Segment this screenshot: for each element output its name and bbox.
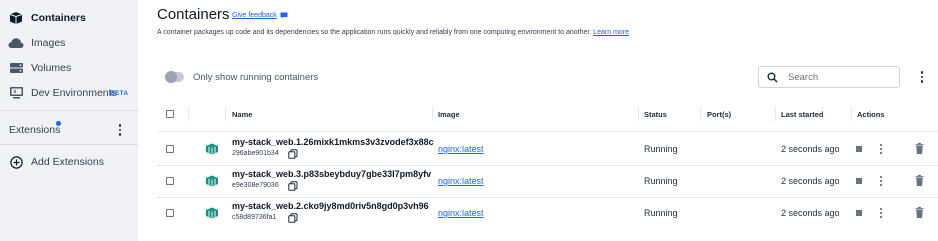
column-divider [188,107,189,121]
column-header-ports[interactable]: Port(s) [707,110,731,119]
column-divider [432,107,433,121]
sidebar-item-dev-environments[interactable]: Dev Environments BETA [0,81,138,105]
image-link[interactable]: nginx:latest [438,208,484,218]
row-checkbox[interactable] [166,209,174,217]
beta-badge: BETA [110,90,129,97]
column-header-last-started[interactable]: Last started [781,110,824,119]
container-icon [206,175,218,187]
volumes-icon [8,60,24,76]
container-icon [206,143,218,155]
toggle-knob [165,71,177,83]
row-checkbox[interactable] [166,177,174,185]
sidebar-item-label: Volumes [31,62,72,74]
image-link[interactable]: nginx:latest [438,144,484,154]
extensions-menu-button[interactable] [114,123,126,137]
column-header-name[interactable]: Name [232,110,252,119]
extensions-heading: Extensions [9,124,61,136]
column-header-actions: Actions [857,110,885,119]
sidebar-item-containers[interactable]: Containers [0,6,138,30]
row-more-options-icon[interactable] [877,206,885,220]
column-divider [638,107,639,121]
sidebar-item-images[interactable]: Images [0,31,138,55]
trash-icon[interactable] [915,143,924,154]
container-name[interactable]: my-stack_web.2.cko9jy8md0riv5n8gd0p3vh96 [232,201,429,211]
copy-icon[interactable] [288,213,298,223]
select-all-checkbox[interactable] [166,110,174,118]
container-id: c58d89736fa1 [232,214,277,221]
table-divider [157,131,938,132]
search-box[interactable] [758,66,900,88]
dev-environments-icon [8,85,24,101]
running-only-label: Only show running containers [193,72,319,83]
last-started-text: 2 seconds ago [781,208,840,218]
images-icon [8,35,24,51]
sidebar-item-label: Images [31,37,66,49]
containers-icon [8,10,24,26]
copy-icon[interactable] [288,149,298,159]
column-header-image[interactable]: Image [438,110,460,119]
status-text: Running [644,208,678,218]
more-options-button[interactable] [917,70,927,84]
column-divider [851,107,852,121]
last-started-text: 2 seconds ago [781,176,840,186]
add-extensions-button[interactable]: Add Extensions [0,150,138,174]
sidebar-divider [0,144,138,145]
row-more-options-icon[interactable] [877,142,885,156]
sidebar-item-volumes[interactable]: Volumes [0,56,138,80]
row-checkbox[interactable] [166,145,174,153]
search-icon [767,72,778,83]
last-started-text: 2 seconds ago [781,144,840,154]
plus-circle-icon [8,154,24,170]
page-description: A container packages up code and its dep… [157,29,629,36]
table-row[interactable]: my-stack_web.1.26mixk1mkms3v3zvodef3x88c… [157,133,938,165]
column-divider [225,107,226,121]
sidebar: Containers Images Volumes Dev Environmen… [0,0,138,241]
description-text: A container packages up code and its dep… [157,29,592,36]
give-feedback-label: Give feedback [232,12,277,19]
search-input[interactable] [788,70,893,84]
row-more-options-icon[interactable] [877,174,885,188]
trash-icon[interactable] [915,175,924,186]
sidebar-item-label: Dev Environments [31,87,117,99]
container-name[interactable]: my-stack_web.3.p83sbeybduy7gbe33l7pm8yfv [232,169,431,179]
stop-icon[interactable] [856,178,862,184]
container-id: e9e308e79036 [232,182,279,189]
column-divider [775,107,776,121]
container-icon [206,207,218,219]
table-row[interactable]: my-stack_web.3.p83sbeybduy7gbe33l7pm8yfv… [157,165,938,197]
learn-more-link[interactable]: Learn more [593,29,629,36]
sidebar-item-label: Containers [31,12,86,24]
stop-icon[interactable] [856,146,862,152]
column-divider [700,107,701,121]
container-name[interactable]: my-stack_web.1.26mixk1mkms3v3zvodef3x88c [232,137,434,147]
give-feedback-link[interactable]: Give feedback [232,12,288,19]
feedback-icon [280,12,288,19]
page-title: Containers [157,6,230,23]
running-only-toggle[interactable] [165,71,184,83]
container-id: 296abe901b34 [232,150,279,157]
trash-icon[interactable] [915,207,924,218]
copy-icon[interactable] [288,181,298,191]
stop-icon[interactable] [856,210,862,216]
table-row[interactable]: my-stack_web.2.cko9jy8md0riv5n8gd0p3vh96… [157,197,938,229]
sidebar-divider [0,110,138,111]
extensions-notification-dot [56,121,61,126]
image-link[interactable]: nginx:latest [438,176,484,186]
status-text: Running [644,176,678,186]
column-header-status[interactable]: Status [644,110,667,119]
add-extensions-label: Add Extensions [31,156,104,168]
status-text: Running [644,144,678,154]
